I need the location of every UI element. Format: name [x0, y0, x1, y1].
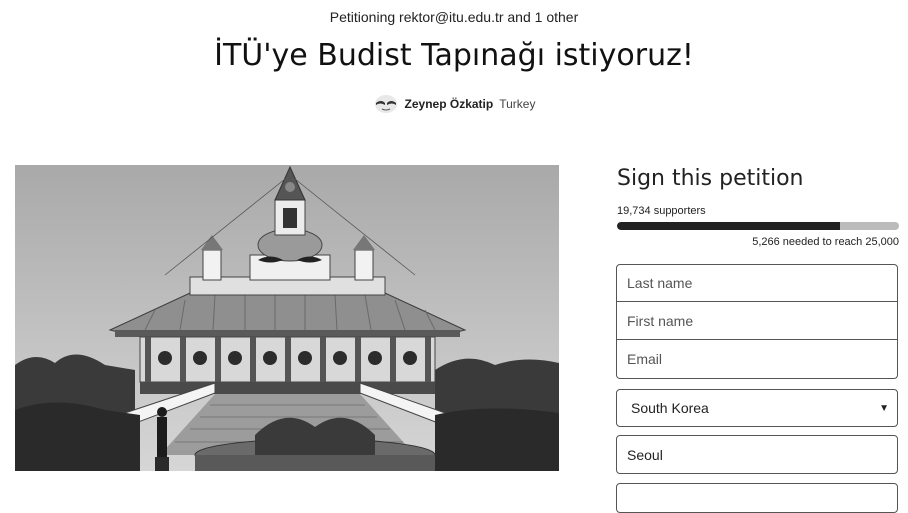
author-country: Turkey [499, 97, 536, 111]
signature-progress-bar [617, 222, 899, 230]
petition-author: Zeynep Özkatip Turkey [0, 94, 908, 114]
city-input[interactable] [616, 435, 898, 474]
author-avatar[interactable] [373, 94, 399, 114]
petition-photo [15, 165, 559, 471]
sign-petition-heading: Sign this petition [617, 166, 804, 191]
petition-targets: Petitioning rektor@itu.edu.tr and 1 othe… [329, 9, 579, 25]
petition-title: İTÜ'ye Budist Tapınağı istiyoruz! [214, 38, 694, 73]
signatures-needed: 5,266 needed to reach 25,000 [752, 236, 899, 248]
email-input[interactable] [616, 340, 898, 379]
supporters-count: 19,734 supporters [617, 205, 706, 217]
chevron-down-icon: ▼ [879, 402, 889, 414]
signature-progress-fill [617, 222, 840, 230]
country-select[interactable]: South Korea ▼ [616, 389, 898, 427]
first-name-input[interactable] [616, 302, 898, 340]
last-name-input[interactable] [616, 264, 898, 302]
author-name[interactable]: Zeynep Özkatip [405, 97, 494, 111]
country-select-value: South Korea [631, 400, 709, 416]
